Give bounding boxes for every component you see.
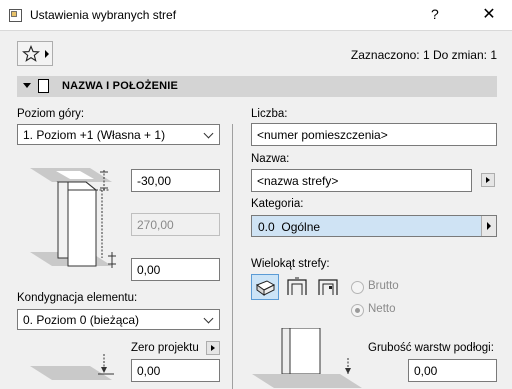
- selection-info: Zaznaczono: 1 Do zmian: 1: [350, 48, 497, 62]
- bottom-offset-field[interactable]: 0,00: [131, 258, 220, 281]
- bottom-offset-value: 0,00: [137, 263, 161, 277]
- number-label: Liczba:: [251, 108, 288, 120]
- star-icon: [22, 45, 40, 62]
- floor-thickness-field[interactable]: 0,00: [408, 359, 497, 382]
- gross-polygon-icon: [287, 277, 307, 295]
- category-name: Ogólne: [281, 220, 321, 234]
- home-story-dropdown[interactable]: 0. Poziom 0 (bieżąca): [17, 309, 220, 330]
- top-offset-field[interactable]: -30,00: [131, 169, 220, 192]
- net-polygon-button[interactable]: [315, 274, 343, 300]
- section-header-name-position[interactable]: NAZWA I POŁOŻENIE: [17, 76, 497, 97]
- name-value: <nazwa strefy>: [257, 174, 339, 188]
- category-arrow-button[interactable]: [481, 216, 496, 236]
- manual-polygon-icon: [255, 280, 276, 296]
- floor-thickness-diagram-icon: [252, 328, 362, 388]
- top-level-label: Poziom góry:: [17, 108, 85, 120]
- chevron-down-icon: [203, 128, 214, 139]
- title-bar: Ustawienia wybranych stref ? ✕: [0, 0, 512, 30]
- net-polygon-icon: [318, 279, 338, 295]
- section-title: NAZWA I POŁOŻENIE: [62, 80, 179, 92]
- name-field[interactable]: <nazwa strefy>: [251, 169, 472, 192]
- top-level-value: 1. Poziom +1 (Własna + 1): [23, 128, 166, 142]
- close-button[interactable]: ✕: [478, 4, 500, 26]
- top-level-dropdown[interactable]: 1. Poziom +1 (Własna + 1): [17, 124, 220, 145]
- polygon-label: Wielokąt strefy:: [251, 258, 330, 270]
- zone-height-diagram-icon: [30, 168, 116, 268]
- collapse-triangle-icon[interactable]: [23, 83, 31, 88]
- reference-field[interactable]: 0,00: [131, 359, 220, 382]
- name-menu-button[interactable]: [481, 173, 495, 187]
- arrow-right-icon: [486, 177, 490, 183]
- gross-radio: [351, 281, 364, 294]
- home-story-label: Kondygnacja elementu:: [17, 292, 138, 304]
- floor-thickness-value: 0,00: [414, 364, 438, 378]
- gross-polygon-button[interactable]: [284, 274, 312, 300]
- height-value: 270,00: [137, 218, 174, 232]
- reference-label: Zero projektu: [131, 342, 199, 354]
- top-offset-value: -30,00: [137, 174, 172, 188]
- window-title: Ustawienia wybranych stref: [30, 8, 177, 22]
- height-field: 270,00: [131, 213, 220, 236]
- net-radio: [351, 304, 364, 317]
- zone-app-icon: [9, 9, 22, 22]
- arrow-right-icon: [45, 50, 49, 58]
- zone-stamp-icon: [38, 79, 49, 93]
- arrow-right-icon: [487, 222, 491, 230]
- net-label: Netto: [368, 303, 396, 315]
- home-story-value: 0. Poziom 0 (bieżąca): [23, 313, 140, 327]
- favorites-button[interactable]: [17, 41, 53, 66]
- arrow-right-icon: [211, 345, 215, 351]
- floor-thickness-label: Grubość warstw podłogi:: [368, 342, 494, 354]
- reference-value: 0,00: [137, 364, 161, 378]
- reference-level-diagram-icon: [30, 354, 114, 380]
- name-label: Nazwa:: [251, 153, 290, 165]
- help-button[interactable]: ?: [431, 6, 439, 22]
- category-value: 0.0 Ogólne: [258, 220, 320, 234]
- chevron-down-icon: [203, 313, 214, 324]
- number-value: <numer pomieszczenia>: [257, 128, 388, 142]
- manual-polygon-button[interactable]: [251, 274, 279, 300]
- category-selector[interactable]: 0.0 Ogólne: [251, 215, 497, 237]
- number-field[interactable]: <numer pomieszczenia>: [251, 123, 497, 146]
- category-label: Kategoria:: [251, 198, 304, 210]
- reference-menu-button[interactable]: [206, 341, 220, 355]
- gross-label: Brutto: [368, 280, 399, 292]
- title-separator: [0, 30, 512, 31]
- category-code: 0.0: [258, 220, 275, 234]
- column-separator: [232, 124, 233, 389]
